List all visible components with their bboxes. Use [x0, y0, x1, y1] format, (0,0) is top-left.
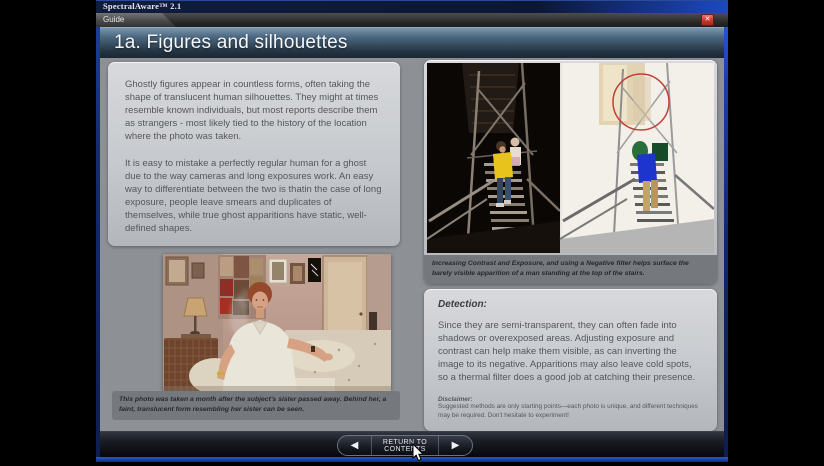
next-page-button[interactable]: ▶: [439, 436, 472, 455]
left-arrow-icon: ◀: [351, 440, 359, 451]
return-to-contents-button[interactable]: RETURN TO CONTENTS: [371, 436, 439, 455]
tab-guide-label: Guide: [103, 15, 124, 24]
intro-panel: Ghostly figures appear in countless form…: [108, 62, 400, 246]
title-bar[interactable]: SpectralAware™ 2.1: [96, 0, 728, 13]
desktop-background: SpectralAware™ 2.1 Guide ✕ 1a. Figures a…: [0, 0, 824, 466]
window-left-edge: [96, 13, 100, 457]
close-icon: ✕: [705, 16, 711, 23]
window-right-edge: [724, 13, 728, 457]
app-window: SpectralAware™ 2.1 Guide ✕ 1a. Figures a…: [96, 0, 728, 462]
previous-page-button[interactable]: ◀: [338, 436, 371, 455]
stairs-photo-caption: Increasing Contrast and Exposure, and us…: [424, 255, 717, 284]
intro-paragraph-2: It is easy to mistake a perfectly regula…: [125, 157, 383, 236]
detection-body: Since they are semi-transparent, they ca…: [438, 319, 703, 385]
page-header: 1a. Figures and silhouettes: [100, 27, 724, 58]
tab-guide[interactable]: Guide: [96, 13, 176, 27]
page-title: 1a. Figures and silhouettes: [114, 32, 348, 54]
tab-bar: Guide ✕: [96, 13, 728, 27]
right-arrow-icon: ▶: [452, 440, 460, 451]
sister-photo-art: [163, 254, 391, 391]
disclaimer-title: Disclaimer:: [438, 396, 703, 403]
detection-title: Detection:: [438, 299, 703, 310]
disclaimer-body: Suggested methods are only starting poin…: [438, 403, 703, 421]
content-area: Ghostly figures appear in countless form…: [100, 58, 724, 431]
navigation-pill: ◀ RETURN TO CONTENTS ▶: [337, 435, 473, 456]
intro-paragraph-1: Ghostly figures appear in countless form…: [125, 78, 383, 144]
mouse-cursor: [412, 443, 425, 462]
original-exposure-half: [427, 63, 560, 253]
negative-filter-half: [560, 63, 714, 253]
stairs-photo-panel: Increasing Contrast and Exposure, and us…: [424, 60, 717, 284]
detection-panel: Detection: Since they are semi-transpare…: [424, 289, 717, 431]
sister-photo: [163, 254, 391, 391]
window-title: SpectralAware™ 2.1: [103, 1, 181, 11]
close-button[interactable]: ✕: [701, 14, 714, 26]
stairs-photo-art: [427, 63, 714, 253]
stairs-photo: [427, 63, 714, 253]
sister-photo-caption: This photo was taken a month after the s…: [112, 391, 400, 420]
